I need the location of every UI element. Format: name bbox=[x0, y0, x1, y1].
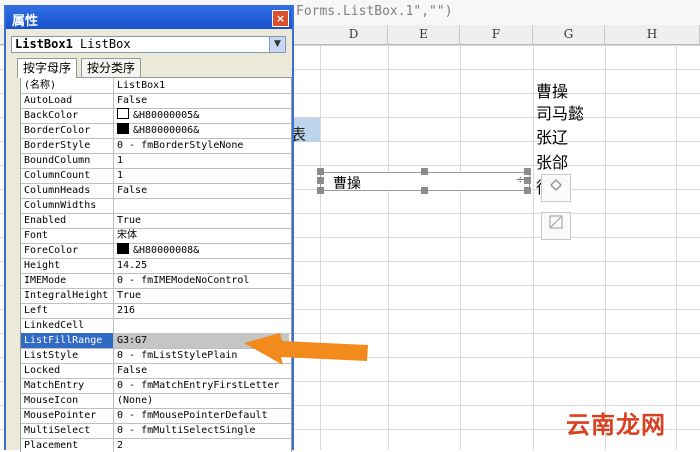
orange-arrow-annotation bbox=[244, 333, 368, 365]
arrow-shape bbox=[244, 333, 368, 365]
watermark: 云南龙网 bbox=[566, 411, 666, 439]
tab-alphabetic[interactable]: 按字母序 bbox=[17, 58, 78, 78]
